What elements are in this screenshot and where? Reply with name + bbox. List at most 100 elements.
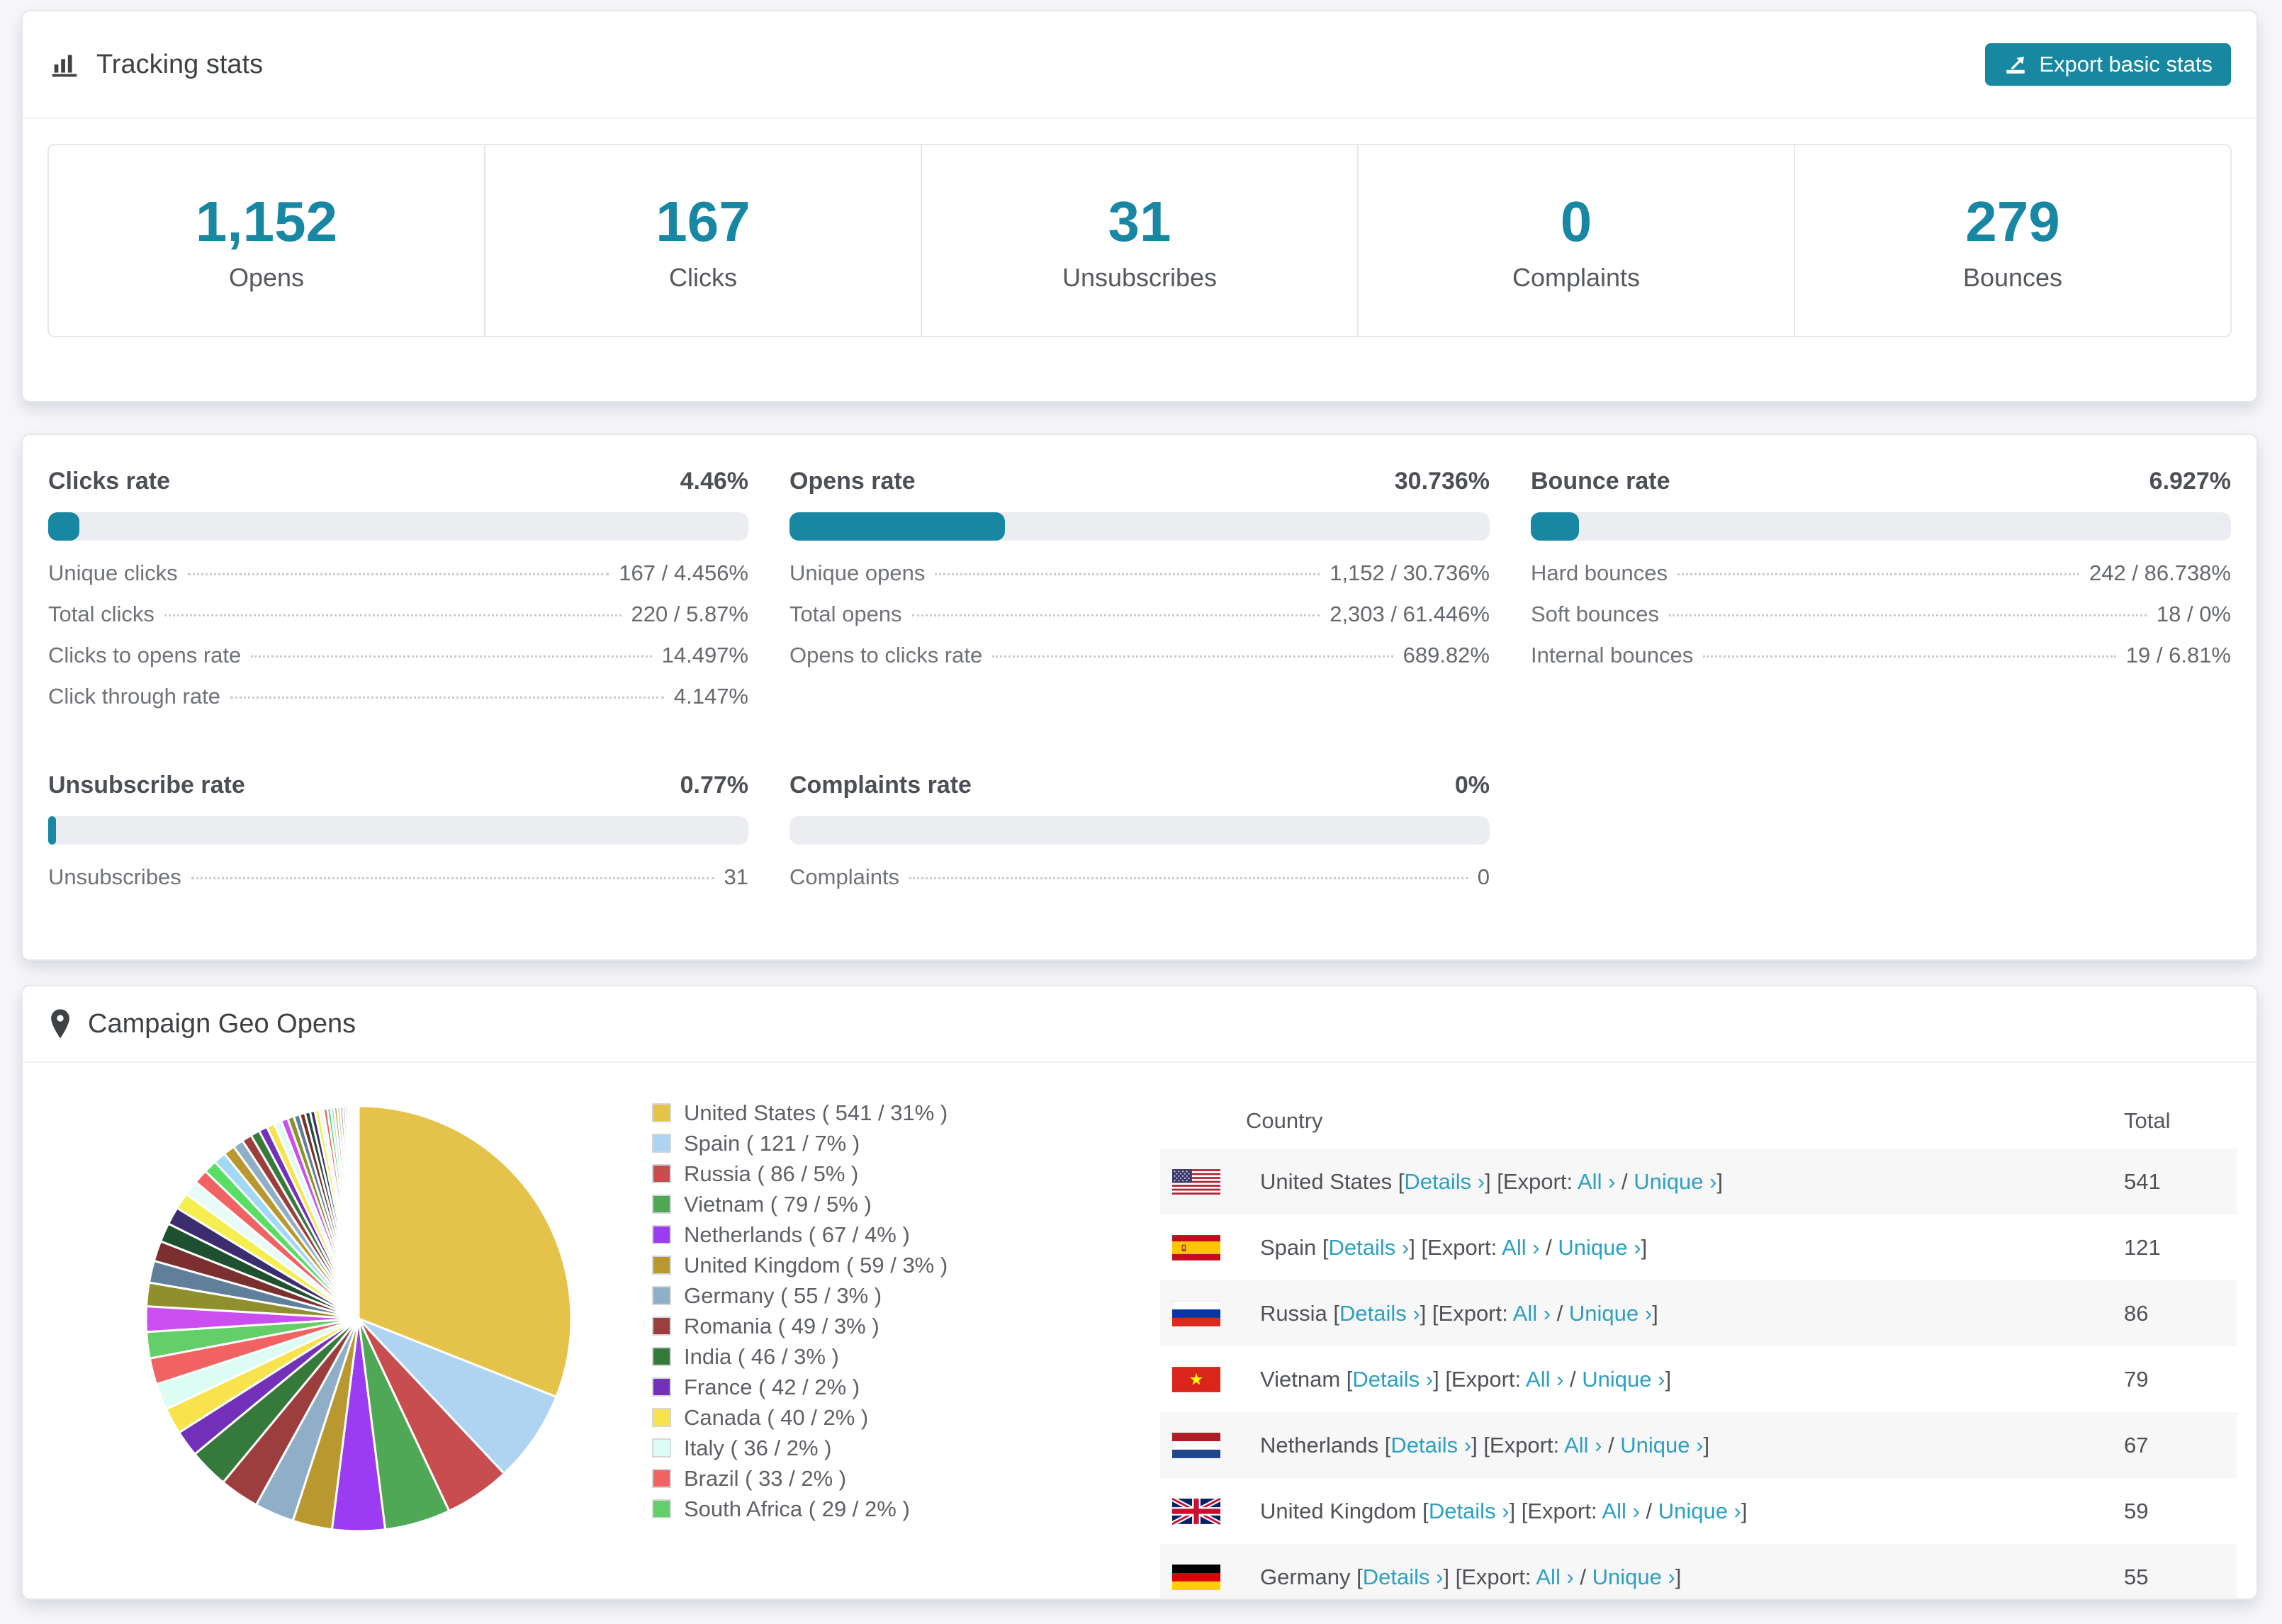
stat-cell-clicks: 167 Clicks [484,145,921,336]
export-unique-link[interactable]: Unique › [1582,1367,1665,1392]
legend-item-vietnam[interactable]: Vietnam ( 79 / 5% ) [652,1189,948,1219]
rate-panel-clicks-rate: Clicks rate 4.46% Unique clicks 167 / 4.456… [48,468,748,725]
export-unique-link[interactable]: Unique › [1592,1564,1675,1589]
rate-panel-head: Unsubscribe rate 0.77% [48,772,748,799]
rate-detail-label: Clicks to opens rate [48,643,242,667]
dotted-leader [251,655,652,658]
details-link[interactable]: Details › [1363,1564,1444,1589]
export-all-link[interactable]: All › [1564,1433,1602,1457]
rate-detail-value: 220 / 5.87% [631,602,748,626]
tracking-stats-card: Tracking stats Export basic stats 1,152 O… [21,10,2258,402]
rate-value: 0% [1454,772,1490,799]
details-link[interactable]: Details › [1352,1367,1433,1392]
rate-value: 30.736% [1394,468,1490,495]
flag-icon-us [1172,1167,1220,1197]
legend-item-germany[interactable]: Germany ( 55 / 3% ) [652,1280,948,1311]
geo-opens-pie-chart[interactable] [140,1100,577,1537]
legend-label: Romania ( 49 / 3% ) [684,1313,879,1338]
legend-item-united-states[interactable]: United States ( 541 / 31% ) [652,1098,948,1128]
rate-detail-rows: Complaints 0 [789,864,1490,906]
stat-label: Unsubscribes [1062,262,1218,292]
rate-panel-head: Complaints rate 0% [789,772,1490,799]
geo-body: United States ( 541 / 31% ) Spain ( 121 /… [23,1063,2256,1598]
export-all-link[interactable]: All › [1502,1235,1539,1260]
legend-item-russia[interactable]: Russia ( 86 / 5% ) [652,1158,948,1189]
stat-value: 279 [1965,189,2060,253]
rate-detail-value: 689.82% [1403,643,1490,667]
bar-chart-icon [48,48,81,81]
rate-progressbar-fill [1531,512,1580,541]
details-link[interactable]: Details › [1390,1433,1471,1457]
legend-item-romania[interactable]: Romania ( 49 / 3% ) [652,1311,948,1341]
legend-swatch [652,1286,671,1305]
page-title: Tracking stats [96,49,264,79]
details-link[interactable]: Details › [1429,1499,1510,1523]
export-all-link[interactable]: All › [1602,1499,1639,1523]
rate-detail-value: 167 / 4.456% [619,560,748,585]
legend-item-south-africa[interactable]: South Africa ( 29 / 2% ) [652,1494,948,1524]
rate-panel-head: Bounce rate 6.927% [1531,468,2231,495]
pie-slice-other[interactable] [356,1105,360,1319]
table-row-vn: Vietnam [Details ›] [Export: All › / Uni… [1160,1346,2237,1412]
details-link[interactable]: Details › [1404,1169,1485,1194]
geo-card-header: Campaign Geo Opens [23,986,2256,1063]
rate-detail-value: 18 / 0% [2156,602,2231,626]
geo-table-header-country: Country [1246,1107,1323,1133]
export-unique-link[interactable]: Unique › [1558,1235,1641,1260]
legend-swatch [652,1469,671,1488]
rate-detail-row: Opens to clicks rate 689.82% [789,643,1490,684]
rate-detail-value: 242 / 86.738% [2089,560,2231,585]
legend-swatch [652,1134,671,1153]
rate-detail-rows: Hard bounces 242 / 86.738% Soft bounces 18 … [1531,560,2231,684]
rate-detail-value: 1,152 / 30.736% [1330,560,1490,585]
table-row-us: United States [Details ›] [Export: All ›… [1160,1149,2237,1214]
export-unique-link[interactable]: Unique › [1569,1301,1652,1326]
dotted-leader [1677,573,2080,575]
country-cell: Vietnam [Details ›] [Export: All › / Uni… [1260,1366,1672,1392]
details-link[interactable]: Details › [1339,1301,1420,1326]
rate-detail-row: Unsubscribes 31 [48,864,748,906]
legend-swatch [652,1103,671,1122]
stat-cell-bounces: 279 Bounces [1794,145,2230,336]
dotted-leader [187,573,609,575]
total-cell: 55 [2124,1564,2149,1589]
dotted-leader [935,573,1320,575]
dotted-leader [992,655,1393,658]
legend-label: Italy ( 36 / 2% ) [684,1435,832,1460]
stat-label: Bounces [1962,262,2063,292]
legend-item-italy[interactable]: Italy ( 36 / 2% ) [652,1433,948,1463]
export-all-link[interactable]: All › [1536,1564,1573,1589]
rate-detail-rows: Unique opens 1,152 / 30.736% Total opens 2,… [789,560,1490,684]
stat-label: Opens [228,262,305,292]
legend-label: France ( 42 / 2% ) [684,1374,860,1399]
export-all-link[interactable]: All › [1578,1169,1615,1194]
dotted-leader [909,877,1468,879]
details-link[interactable]: Details › [1329,1235,1410,1260]
flag-icon-gb [1171,1496,1222,1526]
table-row-gb: United Kingdom [Details ›] [Export: All … [1160,1478,2237,1544]
export-unique-link[interactable]: Unique › [1620,1433,1703,1457]
rate-detail-row: Total opens 2,303 / 61.446% [789,602,1490,643]
legend-item-netherlands[interactable]: Netherlands ( 67 / 4% ) [652,1219,948,1250]
stat-cell-complaints: 0 Complaints [1357,145,1794,336]
pie-legend: United States ( 541 / 31% ) Spain ( 121 /… [652,1098,948,1524]
legend-label: Brazil ( 33 / 2% ) [684,1465,847,1491]
export-all-link[interactable]: All › [1513,1301,1551,1326]
dotted-leader [911,614,1320,616]
legend-item-brazil[interactable]: Brazil ( 33 / 2% ) [652,1463,948,1494]
rate-detail-label: Complaints [789,864,900,889]
legend-item-india[interactable]: India ( 46 / 3% ) [652,1341,948,1372]
geo-table-header: Country Total [1160,1093,2237,1149]
export-unique-link[interactable]: Unique › [1634,1169,1716,1194]
legend-item-spain[interactable]: Spain ( 121 / 7% ) [652,1128,948,1158]
rate-detail-value: 19 / 6.81% [2125,643,2231,667]
export-unique-link[interactable]: Unique › [1658,1499,1741,1523]
legend-item-united-kingdom[interactable]: United Kingdom ( 59 / 3% ) [652,1250,948,1280]
total-cell: 121 [2124,1234,2161,1260]
export-all-link[interactable]: All › [1526,1367,1563,1392]
rate-title: Bounce rate [1531,468,1670,495]
export-basic-stats-button[interactable]: Export basic stats [1985,43,2231,86]
rates-card: Clicks rate 4.46% Unique clicks 167 / 4.456… [21,434,2258,961]
legend-item-canada[interactable]: Canada ( 40 / 2% ) [652,1402,948,1433]
legend-item-france[interactable]: France ( 42 / 2% ) [652,1372,948,1402]
